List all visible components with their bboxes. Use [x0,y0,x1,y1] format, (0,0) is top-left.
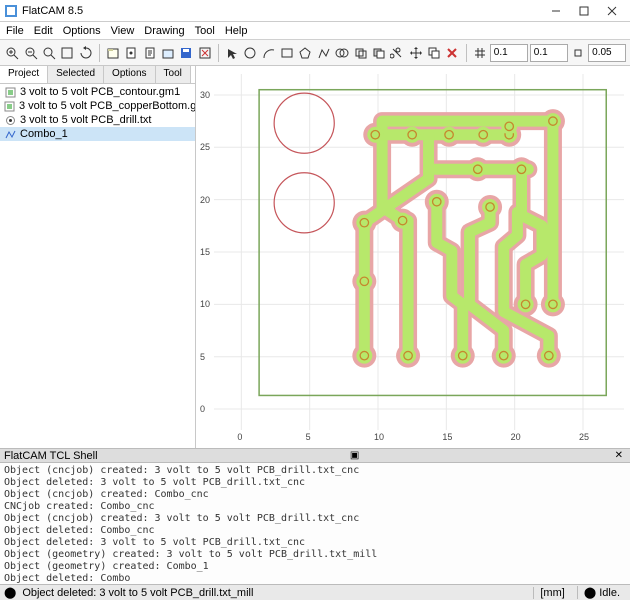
menu-options[interactable]: Options [63,25,101,37]
project-item[interactable]: Combo_1 [0,127,195,141]
undock-icon[interactable]: ▣ [347,450,362,461]
zoom-out-icon[interactable] [22,43,38,63]
draw-rect-icon[interactable] [279,43,295,63]
project-tree[interactable]: 3 volt to 5 volt PCB_contour.gm1 3 volt t… [0,84,195,448]
grid-y-input[interactable] [530,44,568,62]
snap-input[interactable] [588,44,626,62]
cnc-icon [4,128,16,140]
maximize-button[interactable] [570,1,598,21]
menu-drawing[interactable]: Drawing [144,25,184,37]
open-gerber-icon[interactable] [105,43,121,63]
grid-x-input[interactable] [490,44,528,62]
cut-path-icon[interactable] [389,43,405,63]
layer-icon [4,100,15,112]
status-message: Object deleted: 3 volt to 5 volt PCB_dri… [22,587,253,599]
plot-canvas[interactable]: 0510152025051015202530 [196,66,630,448]
layer-icon [4,86,16,98]
open-project-icon[interactable] [160,43,176,63]
open-excellon-icon[interactable] [123,43,139,63]
status-bar: ⬤ Object deleted: 3 volt to 5 volt PCB_d… [0,584,630,600]
union-icon[interactable] [334,43,350,63]
project-item-label: 3 volt to 5 volt PCB_contour.gm1 [20,86,180,98]
tcl-shell-output[interactable]: Object (cncjob) created: 3 volt to 5 vol… [0,463,630,584]
menu-view[interactable]: View [111,25,135,37]
draw-arc-icon[interactable] [260,43,276,63]
menu-tool[interactable]: Tool [195,25,215,37]
grid-icon[interactable] [471,43,487,63]
close-button[interactable] [598,1,626,21]
menu-file[interactable]: File [6,25,24,37]
project-item[interactable]: 3 volt to 5 volt PCB_copperBottom.gbl [0,99,195,113]
main-area: Project Selected Options Tool 3 volt to … [0,66,630,448]
drill-icon [4,114,16,126]
zoom-fit-icon[interactable] [41,43,57,63]
intersection-icon[interactable] [352,43,368,63]
open-gcode-icon[interactable] [141,43,157,63]
clear-plot-icon[interactable] [59,43,75,63]
menu-help[interactable]: Help [225,25,248,37]
delete-icon[interactable] [197,43,213,63]
tcl-shell-panel: FlatCAM TCL Shell ▣ ✕ Object (cncjob) cr… [0,448,630,584]
subtract-icon[interactable] [371,43,387,63]
delete-shape-icon[interactable] [444,43,460,63]
project-item-label: 3 volt to 5 volt PCB_copperBottom.gbl [19,100,195,112]
app-icon [4,4,18,18]
save-project-icon[interactable] [178,43,194,63]
minimize-button[interactable] [542,1,570,21]
copy-icon[interactable] [426,43,442,63]
tab-options[interactable]: Options [104,66,155,83]
status-state: ⬤ Idle. [577,586,626,599]
draw-path-icon[interactable] [316,43,332,63]
draw-polygon-icon[interactable] [297,43,313,63]
tcl-shell-header[interactable]: FlatCAM TCL Shell ▣ ✕ [0,449,630,463]
project-item[interactable]: 3 volt to 5 volt PCB_drill.txt [0,113,195,127]
side-panel: Project Selected Options Tool 3 volt to … [0,66,196,448]
menu-edit[interactable]: Edit [34,25,53,37]
zoom-in-icon[interactable] [4,43,20,63]
toolbar [0,40,630,66]
tab-selected[interactable]: Selected [48,66,104,83]
status-icon: ⬤ [4,586,16,599]
move-icon[interactable] [407,43,423,63]
menu-bar: File Edit Options View Drawing Tool Help [0,22,630,40]
draw-circle-icon[interactable] [242,43,258,63]
close-panel-icon[interactable]: ✕ [612,450,626,461]
tcl-shell-title: FlatCAM TCL Shell [4,450,98,462]
project-item-label: Combo_1 [20,128,68,140]
title-bar: FlatCAM 8.5 [0,0,630,22]
status-units: [mm] [533,587,570,599]
snap-icon[interactable] [570,43,586,63]
project-item-label: 3 volt to 5 volt PCB_drill.txt [20,114,151,126]
side-tabs: Project Selected Options Tool [0,66,195,84]
replot-icon[interactable] [78,43,94,63]
tab-tool[interactable]: Tool [156,66,191,83]
window-title: FlatCAM 8.5 [22,5,542,17]
tab-project[interactable]: Project [0,66,48,83]
select-icon[interactable] [224,43,240,63]
project-item[interactable]: 3 volt to 5 volt PCB_contour.gm1 [0,85,195,99]
